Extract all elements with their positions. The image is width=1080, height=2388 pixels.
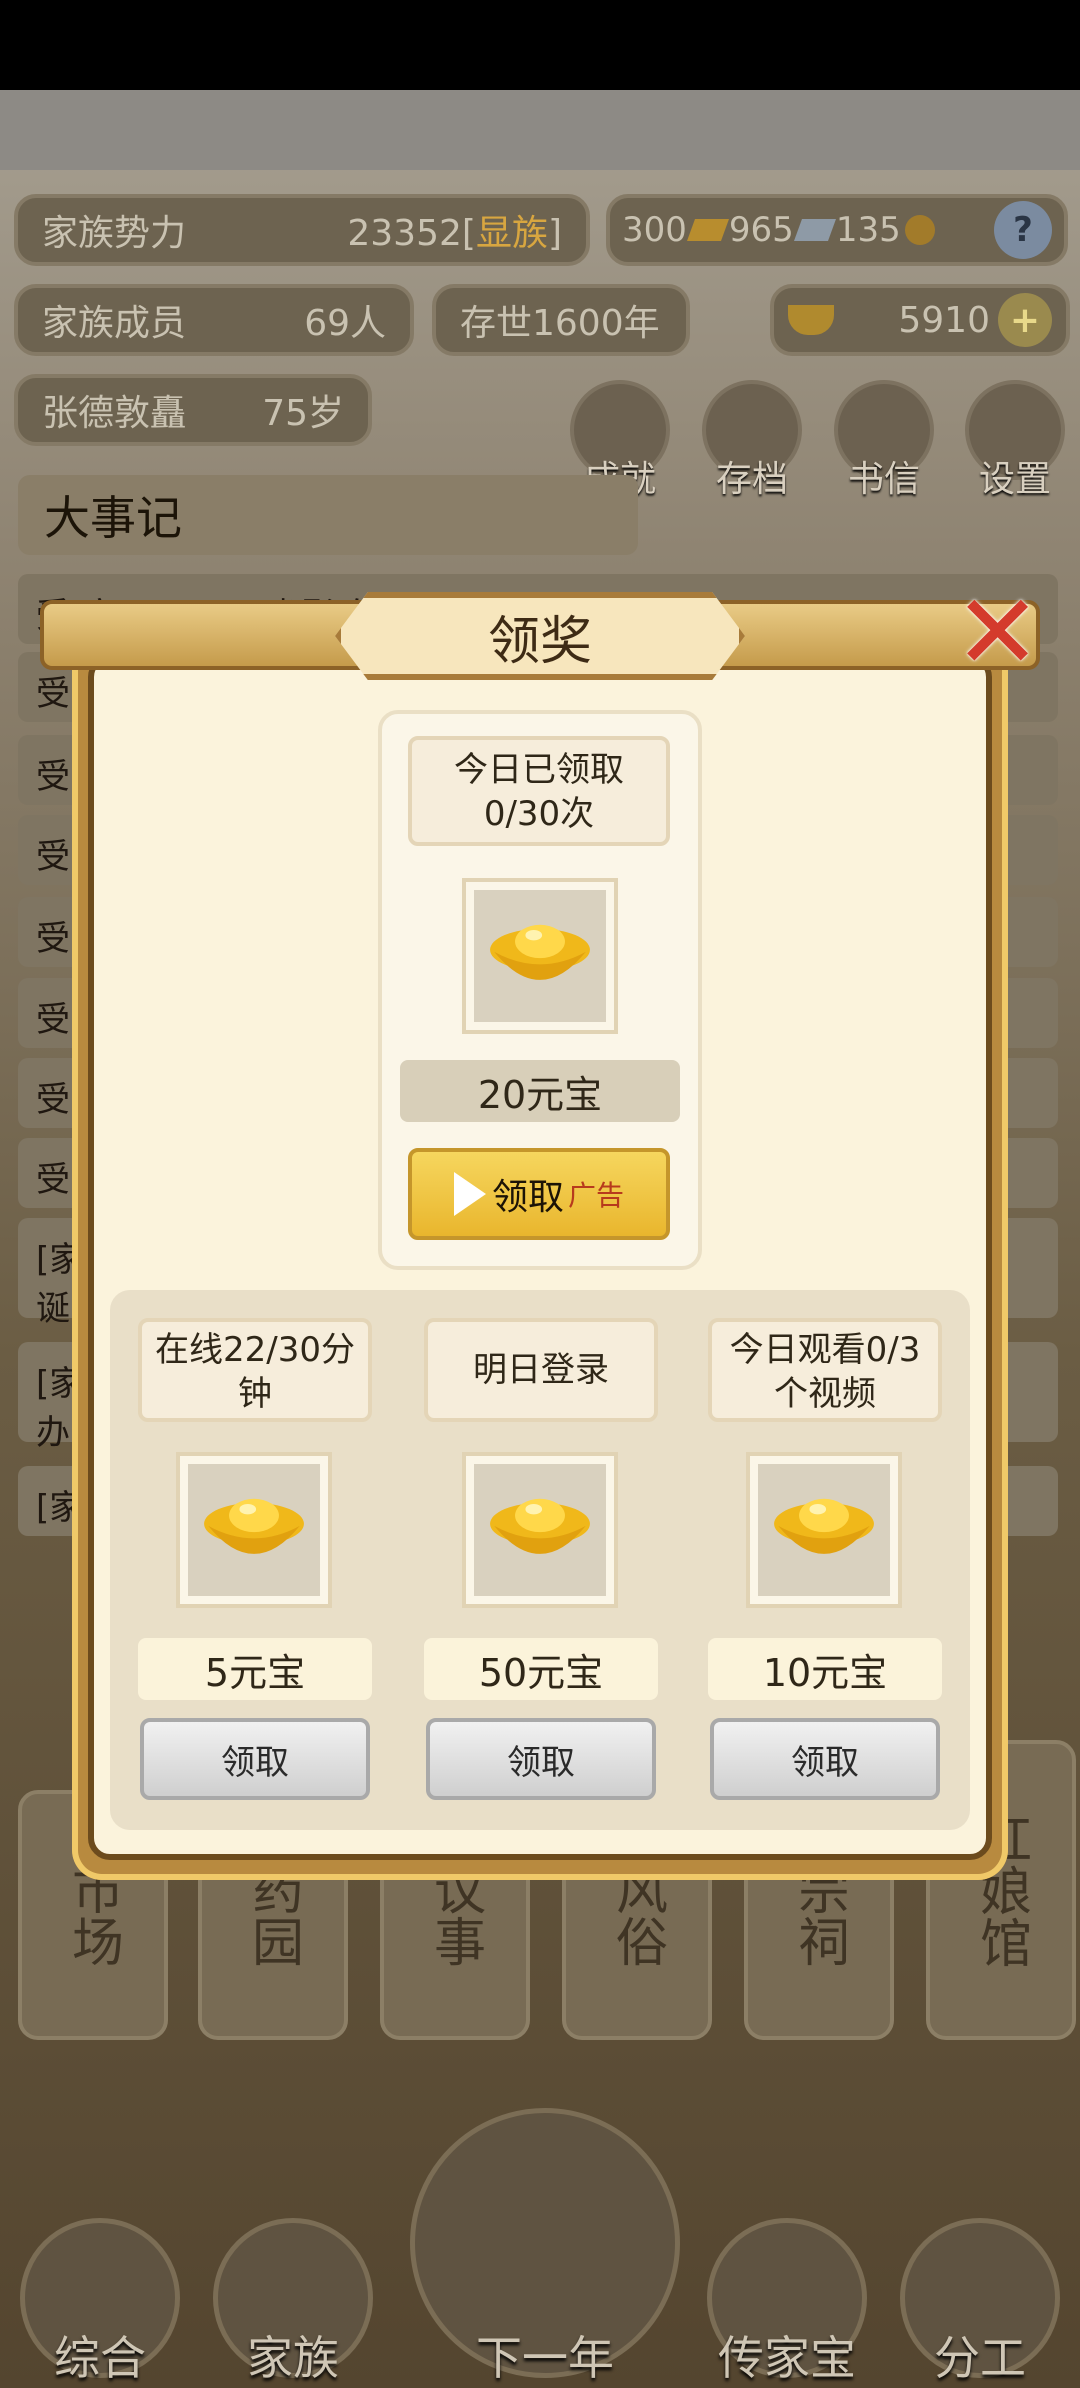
members-pill: 家族成员 69人: [14, 284, 414, 356]
patriarch-age: 75岁: [262, 393, 344, 434]
clan-power-label: 家族势力: [42, 213, 187, 254]
bottom-nav: 综合 家族 下一年 传家宝 分工: [0, 2108, 1080, 2388]
top-band: [0, 90, 1080, 170]
gold-bar-icon: [686, 219, 729, 241]
letters-button[interactable]: 书信: [829, 380, 939, 502]
yuanbao-ingot-icon: [758, 1464, 890, 1596]
online-reward-icon-frame: [176, 1452, 332, 1608]
clan-power-value: 23352[显族]: [347, 213, 562, 254]
silver-bar-count: 965: [728, 210, 794, 250]
patriarch-pill[interactable]: 张德敦矗 75岁: [14, 374, 372, 446]
nav-family[interactable]: 家族: [198, 2218, 388, 2388]
yuanbao-ingot-icon: [474, 1464, 606, 1596]
video-reward-amount: 10元宝: [708, 1638, 942, 1700]
ad-reward-amount: 20元宝: [400, 1060, 680, 1122]
play-icon: [453, 1172, 486, 1216]
nav-division[interactable]: 分工: [885, 2218, 1075, 2388]
online-claim-button[interactable]: 领取: [140, 1718, 370, 1800]
clan-rank-tag: 显族: [475, 213, 548, 254]
close-button[interactable]: ✕: [954, 580, 1041, 684]
settings-button[interactable]: 设置: [960, 380, 1070, 502]
add-yuanbao-button[interactable]: +: [998, 293, 1052, 347]
patriarch-name: 张德敦矗: [42, 393, 187, 434]
nav-next-year[interactable]: 下一年: [405, 2108, 685, 2388]
video-reward-condition: 今日观看0/3 个视频: [708, 1318, 942, 1422]
currency-pill: 300 965 135 ?: [606, 194, 1068, 266]
video-reward-icon-frame: [746, 1452, 902, 1608]
silver-bar-icon: [793, 219, 836, 241]
events-title: 大事记: [18, 475, 638, 555]
status-bar: [0, 0, 1080, 90]
yuanbao-ingot-icon: [474, 890, 606, 1022]
online-reward-condition: 在线22/30分 钟: [138, 1318, 372, 1422]
coin-icon: [904, 215, 935, 245]
video-claim-button[interactable]: 领取: [710, 1718, 940, 1800]
yuanbao-icon: [788, 305, 834, 335]
ad-reward-icon-frame: [462, 878, 618, 1034]
online-reward-amount: 5元宝: [138, 1638, 372, 1700]
yuanbao-count: 5910: [898, 299, 990, 341]
coin-count: 135: [835, 210, 901, 250]
modal-title: 领奖: [335, 592, 745, 680]
login-reward-condition: 明日登录: [424, 1318, 658, 1422]
login-claim-button[interactable]: 领取: [426, 1718, 656, 1800]
save-button[interactable]: 存档: [697, 380, 807, 502]
login-reward-icon-frame: [462, 1452, 618, 1608]
years-pill: 存世1600年: [432, 284, 690, 356]
yuanbao-ingot-icon: [188, 1464, 320, 1596]
yuanbao-pill: 5910 +: [770, 284, 1070, 356]
clan-power-pill: 家族势力 23352[显族]: [14, 194, 590, 266]
gold-bar-count: 300: [622, 210, 687, 250]
ad-claim-count: 今日已领取 0/30次: [408, 736, 670, 846]
help-button[interactable]: ?: [994, 201, 1052, 259]
nav-overview[interactable]: 综合: [5, 2218, 195, 2388]
ad-tag: 广告: [568, 1179, 625, 1212]
nav-heirloom[interactable]: 传家宝: [692, 2218, 882, 2388]
login-reward-amount: 50元宝: [424, 1638, 658, 1700]
ad-claim-button[interactable]: 领取 广告: [408, 1148, 670, 1240]
